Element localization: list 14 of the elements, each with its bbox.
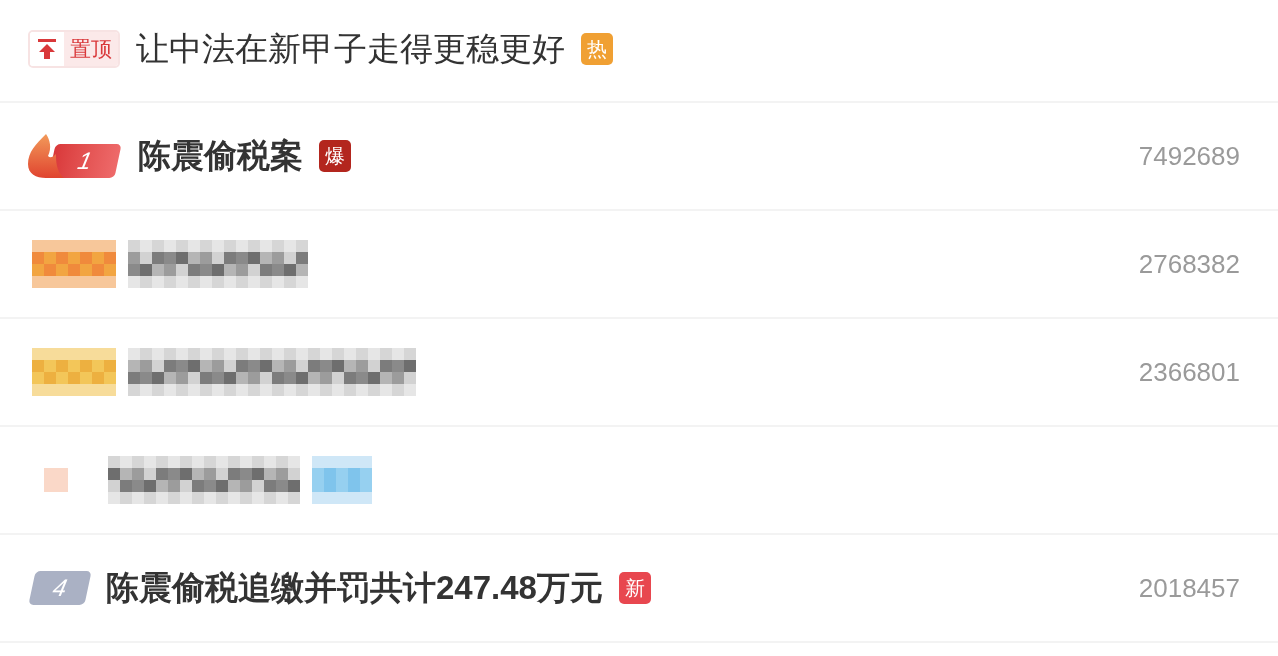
heat-count: 7492689: [1138, 139, 1240, 173]
tag-label: 爆: [319, 140, 351, 172]
tag-label: 新: [618, 572, 651, 604]
topic-title[interactable]: 让中法在新甲子走得更稳更好: [136, 23, 565, 74]
topic-title[interactable]: 陈震偷税案: [138, 131, 303, 181]
flame-icon: [28, 134, 64, 178]
tag-label: 热: [581, 32, 613, 65]
heat-count: 2768382: [1138, 247, 1240, 281]
pin-to-top-icon: [37, 37, 57, 60]
pinned-label: 置顶: [64, 31, 118, 66]
heat-count: 2018457: [1138, 571, 1240, 605]
rank-badge: 4: [28, 571, 92, 605]
topic-title[interactable]: 陈震偷税追缴并罚共计247.48万元: [106, 563, 603, 613]
heat-count: 2366801: [1138, 355, 1240, 389]
